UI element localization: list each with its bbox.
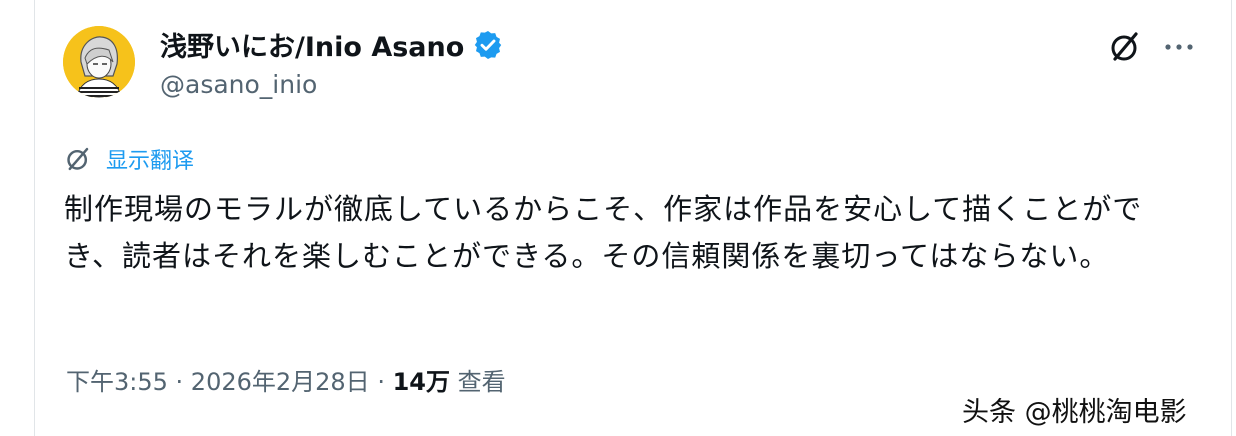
tweet-text: 制作現場のモラルが徹底しているからこそ、作家は作品を安心して描くことができ、読者… (64, 192, 1143, 273)
tweet-time[interactable]: 下午3:55 (66, 368, 168, 396)
more-dots-icon (1165, 44, 1193, 50)
more-options-button[interactable] (1162, 32, 1196, 62)
tweet-date[interactable]: 2026年2月28日 (191, 368, 370, 396)
grok-button[interactable] (1106, 28, 1144, 66)
show-translation-link[interactable]: 显示翻译 (64, 143, 194, 175)
avatar[interactable] (63, 26, 135, 98)
watermark-text: 头条 @桃桃淘电影 (962, 397, 1187, 428)
grok-icon (1111, 32, 1138, 61)
meta-separator: · (369, 368, 393, 396)
meta-separator: · (167, 368, 191, 396)
view-label: 查看 (449, 368, 506, 396)
tweet-meta: 下午3:55 · 2026年2月28日 · 14万 查看 (66, 362, 506, 397)
verified-badge-icon (472, 29, 504, 61)
avatar-illustration (63, 26, 135, 98)
view-count: 14万 (392, 368, 450, 396)
author-display-name[interactable]: 浅野いにお/Inio Asano (160, 25, 464, 64)
author-name-row[interactable]: 浅野いにお/Inio Asano (160, 25, 504, 64)
author-handle[interactable]: @asano_inio (160, 70, 317, 99)
grok-translate-icon (67, 147, 89, 171)
show-translation-label[interactable]: 显示翻译 (106, 143, 194, 175)
